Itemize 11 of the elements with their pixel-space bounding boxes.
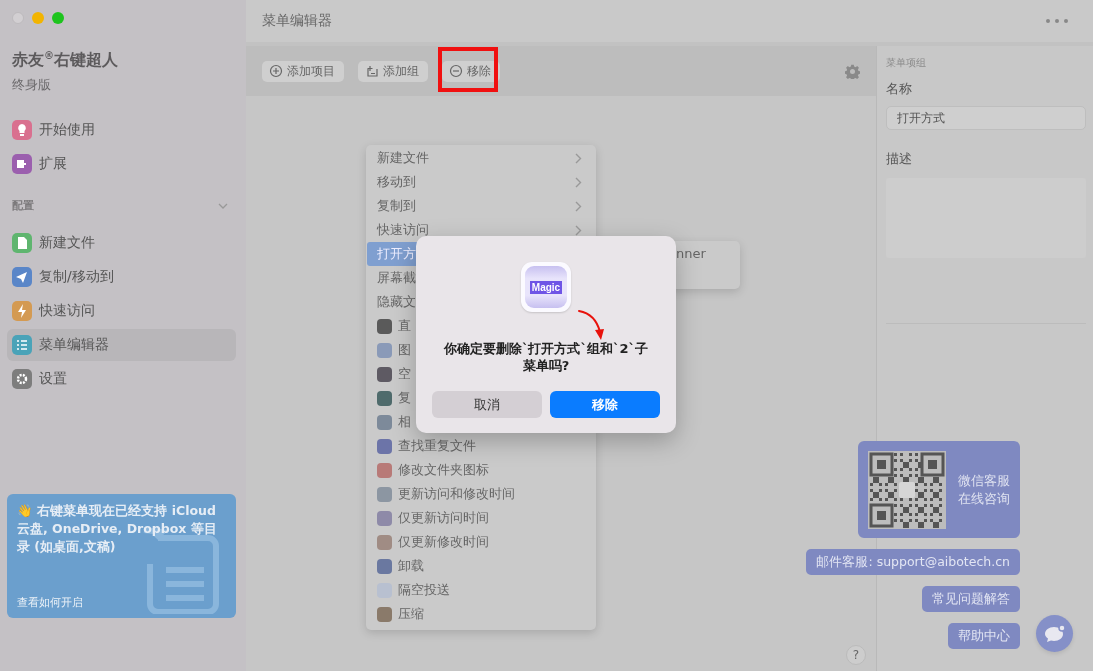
description-label: 描述 xyxy=(886,150,912,168)
support-text: 微信客服 xyxy=(958,471,1010,490)
dialog-message: 你确定要删除`打开方式`组和`2`子菜单吗? xyxy=(442,340,649,374)
window-title: 菜单编辑器 xyxy=(262,12,332,30)
edition-label: 终身版 xyxy=(12,76,51,95)
section-header: 配置 xyxy=(12,198,34,214)
support-text: 在线咨询 xyxy=(958,489,1010,508)
name-label: 名称 xyxy=(886,80,912,98)
promo-text: 👋 右键菜单现在已经支持 iCloud 云盘, OneDrive, Dropbox 等目录 (如桌面,文稿) xyxy=(17,502,218,556)
app-icon: Magic xyxy=(521,262,571,312)
app-name: 赤友$^{®}$右键超人 xyxy=(12,50,118,72)
